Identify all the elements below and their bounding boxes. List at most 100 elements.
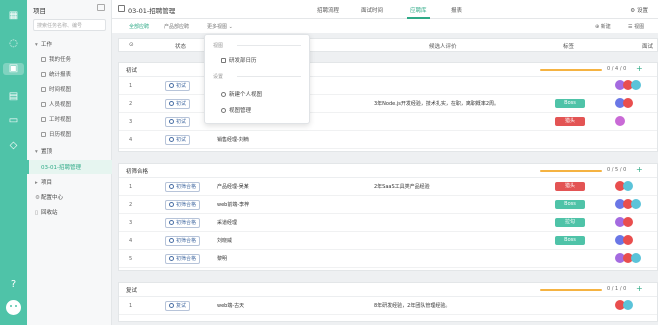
table-row[interactable]: 1 初试 — [119, 77, 657, 95]
candidate-name[interactable]: 黎明 — [217, 255, 227, 262]
table-row[interactable]: 4 初筛合格 刘晓威 Boss — [119, 232, 657, 250]
status-badge[interactable]: 初筛合格 — [165, 236, 201, 246]
dropdown-view-option[interactable]: 研发部日历 — [221, 56, 257, 64]
status-badge[interactable]: 初筛合格 — [165, 200, 201, 210]
view-product[interactable]: 产品部应聘 — [164, 23, 189, 30]
status-badge[interactable]: 初试 — [165, 81, 191, 91]
sidebar-section-trash[interactable]: ▯ 回收站 — [35, 208, 58, 216]
group-header[interactable]: 复试 0 / 1 / 0 + — [119, 283, 657, 297]
row-index: 2 — [129, 101, 133, 107]
cube-icon[interactable]: ◇ — [7, 140, 20, 152]
apps-icon[interactable]: ▦ — [7, 10, 20, 22]
avatar — [631, 253, 641, 263]
avatar[interactable] — [6, 300, 21, 315]
col-members: 面试 — [642, 44, 654, 50]
sidebar-section-work[interactable]: ▾ 工作 — [35, 40, 52, 48]
group-header[interactable]: 初试 0 / 4 / 0 + — [119, 63, 657, 77]
add-row-icon[interactable]: + — [636, 64, 643, 73]
project-icon[interactable]: ▣ — [3, 63, 24, 75]
source-tag: Boss — [555, 200, 585, 209]
status-icon — [169, 238, 174, 243]
group-second-interview: 复试 0 / 1 / 0 + 1 复试 web端-古天 8年研发经验，2年团队管理经验… — [118, 282, 658, 322]
status-badge[interactable]: 初试 — [165, 117, 191, 127]
candidate-name[interactable]: 采道经理 — [217, 219, 237, 226]
candidate-name[interactable]: 销售经理-刘楠 — [217, 136, 249, 143]
candidate-name[interactable]: 刘晓威 — [217, 237, 232, 244]
tab-process[interactable]: 招聘流程 — [317, 6, 339, 14]
table-row[interactable]: 2 初筛合格 web前端-李梓 Boss — [119, 196, 657, 214]
table-row[interactable]: 3 初筛合格 采道经理 拉勾 — [119, 214, 657, 232]
calendar-icon[interactable]: ▤ — [7, 91, 20, 103]
avatar — [623, 235, 633, 245]
status-badge[interactable]: 初筛合格 — [165, 218, 201, 228]
sidebar-item-recruiting[interactable]: 03-01-招聘管理 — [27, 160, 112, 174]
status-icon — [169, 137, 174, 142]
source-tag: Boss — [555, 99, 585, 108]
status-badge[interactable]: 初试 — [165, 99, 191, 109]
tab-reports[interactable]: 报表 — [451, 6, 462, 14]
view-button[interactable]: ☰ 视图 — [628, 23, 644, 30]
top-bar: 03-01-招聘管理 招聘流程 面试时间 应聘库 报表 ⚙ 设置 — [112, 0, 658, 19]
sidebar-item-my-tasks[interactable]: 我的任务 — [41, 55, 71, 63]
status-badge[interactable]: 复试 — [165, 301, 191, 311]
status-badge[interactable]: 初筛合格 — [165, 182, 201, 192]
row-index: 1 — [129, 83, 133, 89]
candidate-name[interactable]: web前端-李梓 — [217, 201, 249, 208]
group-header[interactable]: 初筛合格 0 / 5 / 0 + — [119, 164, 657, 178]
table-row[interactable]: 3初试销售总监-张思春猎头 — [119, 113, 657, 131]
table-row[interactable]: 2 初试 3年Node.js开发经验，技术扎实，在职，离职概率2周。 Boss — [119, 95, 657, 113]
settings-button[interactable]: ⚙ 设置 — [630, 6, 648, 14]
status-badge[interactable]: 初试 — [165, 135, 191, 145]
new-button[interactable]: ⊕ 新建 — [595, 23, 611, 30]
layout-icon[interactable] — [97, 4, 105, 11]
sidebar-section-projects[interactable]: ▸ 项目 — [35, 178, 52, 186]
sidebar-title: 项目 — [33, 7, 46, 15]
add-row-icon[interactable]: + — [636, 284, 643, 293]
view-more[interactable]: 更多视图 ⌄ — [207, 23, 233, 30]
row-index: 5 — [129, 256, 133, 262]
candidate-eval: 3年Node.js开发经验，技术扎实，在职，离职概率2周。 — [374, 101, 499, 107]
sidebar-item-calendar-view[interactable]: 日历视图 — [41, 130, 71, 138]
page-title: 03-01-招聘管理 — [128, 7, 176, 15]
dropdown-manage-view[interactable]: 视图管理 — [221, 106, 251, 114]
source-tag: 拉勾 — [555, 218, 585, 227]
dropdown-create-view[interactable]: 新建个人视图 — [221, 90, 262, 98]
sidebar-section-config[interactable]: ⚙配置中心 — [35, 193, 63, 201]
group-progress — [540, 170, 602, 172]
status-icon — [169, 303, 174, 308]
group-progress — [540, 289, 602, 291]
col-eval: 候选人评价 — [429, 44, 457, 50]
sidebar-item-stats[interactable]: 统计报表 — [41, 70, 71, 78]
row-index: 4 — [129, 238, 133, 244]
chat-icon[interactable]: ◌ — [7, 38, 20, 50]
add-row-icon[interactable]: + — [636, 165, 643, 174]
table-row[interactable]: 4 初试 销售经理-刘楠 — [119, 131, 657, 149]
candidate-name[interactable]: web端-古天 — [217, 302, 244, 309]
candidate-name[interactable]: 产品经理-吴某 — [217, 183, 249, 190]
tab-interview-time[interactable]: 面试时间 — [361, 6, 383, 14]
group-screening-passed: 初筛合格 0 / 5 / 0 + 1 初筛合格 产品经理-吴某 2年SaaS工具类产品… — [118, 163, 658, 271]
sidebar-item-people-view[interactable]: 人员视图 — [41, 100, 71, 108]
table-row[interactable]: 5 初筛合格 黎明 — [119, 250, 657, 268]
source-tag: 猎头 — [555, 117, 585, 126]
folder-icon[interactable]: ▭ — [7, 115, 20, 127]
sidebar-item-time-view[interactable]: 时间视图 — [41, 85, 71, 93]
group-first-interview: 初试 0 / 4 / 0 + 1 初试 2 初试 3年Node.js开发经验，技术扎实，… — [118, 62, 658, 152]
more-views-dropdown: 视图 研发部日历 设置 新建个人视图 视图管理 — [204, 34, 310, 124]
help-icon[interactable]: ? — [7, 279, 20, 291]
row-index: 4 — [129, 137, 133, 143]
search-input[interactable]: 搜索任务名称、编号 — [33, 19, 106, 31]
status-badge[interactable]: 初筛合格 — [165, 254, 201, 264]
avatar — [623, 217, 633, 227]
table-row[interactable]: 1 初筛合格 产品经理-吴某 2年SaaS工具类产品经验 猎头 — [119, 178, 657, 196]
col-num: ⊙ — [129, 42, 134, 48]
tab-candidate-pool[interactable]: 应聘库 — [407, 6, 429, 19]
sidebar-section-pinned[interactable]: ▾ 置顶 — [35, 147, 52, 155]
status-icon — [169, 220, 174, 225]
view-all[interactable]: 全部应聘 — [129, 23, 149, 30]
row-index: 3 — [129, 220, 133, 226]
view-bar: 全部应聘 产品部应聘 更多视图 ⌄ ⊕ 新建 ☰ 视图 — [112, 19, 658, 33]
table-row[interactable]: 1 复试 web端-古天 8年研发经验，2年团队管理经验。 — [119, 297, 657, 315]
sidebar-item-worktime-view[interactable]: 工时视图 — [41, 115, 71, 123]
status-icon — [169, 184, 174, 189]
